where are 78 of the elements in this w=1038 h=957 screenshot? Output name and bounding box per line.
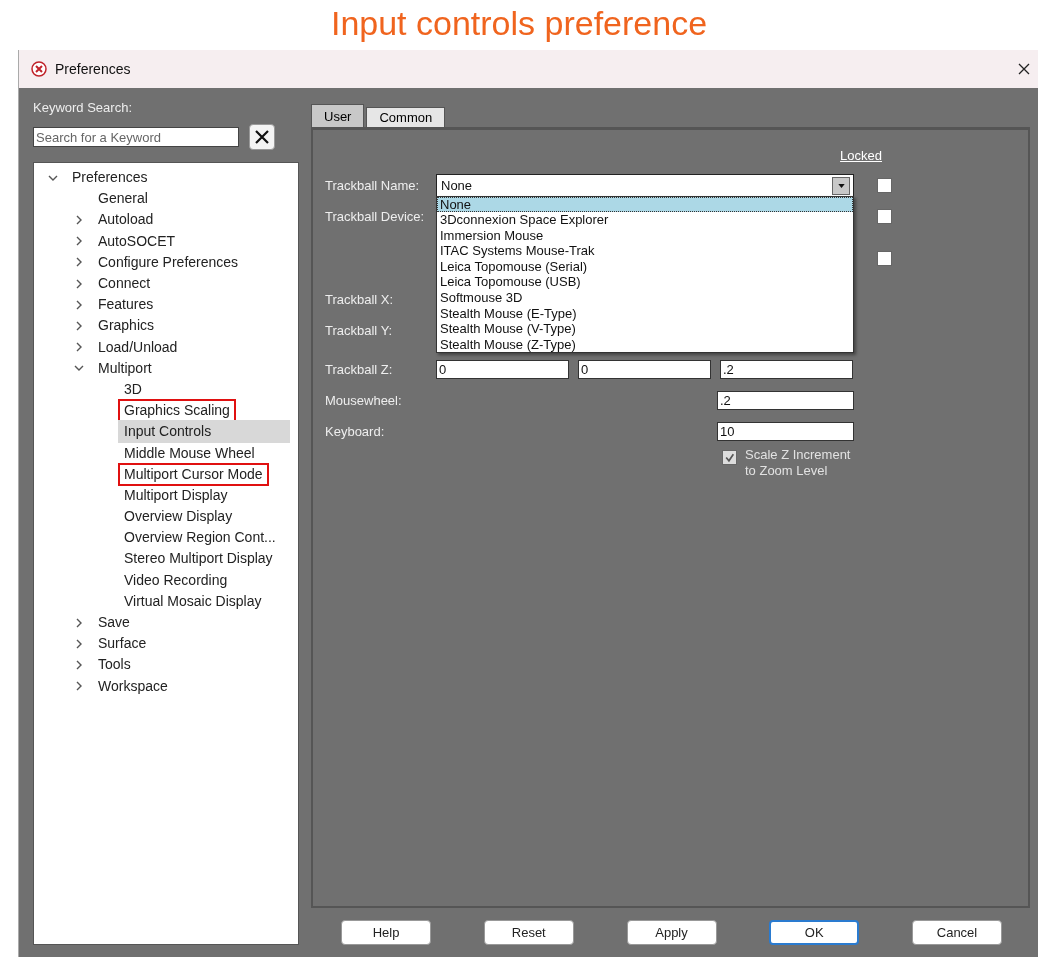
dialog-button[interactable]: Help bbox=[341, 920, 431, 945]
chevron-right-icon[interactable] bbox=[74, 638, 84, 649]
tree-item[interactable]: Stereo Multiport Display bbox=[118, 547, 279, 571]
tree-item[interactable]: Overview Region Cont... bbox=[118, 526, 282, 550]
field-label: Trackball Device: bbox=[325, 209, 425, 224]
close-icon[interactable] bbox=[1018, 63, 1030, 75]
input-field[interactable]: 0 bbox=[578, 360, 711, 379]
input-field[interactable]: .2 bbox=[717, 391, 854, 410]
chevron-right-icon[interactable] bbox=[74, 278, 84, 289]
trackball-name-dropdown[interactable]: None bbox=[436, 173, 854, 198]
window-title: Preferences bbox=[55, 61, 132, 77]
tree-item[interactable]: Surface bbox=[92, 632, 153, 656]
dialog-button[interactable]: OK bbox=[769, 920, 860, 945]
tree-item[interactable]: Autoload bbox=[92, 208, 160, 232]
tree-item[interactable]: Multiport Cursor Mode bbox=[118, 462, 269, 486]
tab[interactable]: Common bbox=[366, 107, 446, 127]
chevron-right-icon[interactable] bbox=[74, 617, 84, 628]
tree-item[interactable]: 3D bbox=[118, 377, 148, 401]
dropdown-option[interactable]: Stealth Mouse (Z-Type) bbox=[437, 336, 853, 353]
tree-item[interactable]: Input Controls bbox=[118, 420, 290, 444]
tab[interactable]: User bbox=[311, 104, 365, 127]
chevron-right-icon[interactable] bbox=[74, 659, 84, 670]
dropdown-option[interactable]: Immersion Mouse bbox=[437, 227, 853, 244]
field-label: Trackball Name: bbox=[325, 178, 420, 193]
tree-item[interactable]: Preferences bbox=[66, 166, 154, 190]
locked-link[interactable]: Locked bbox=[840, 148, 882, 170]
tree-item[interactable]: Save bbox=[92, 611, 136, 635]
chevron-right-icon[interactable] bbox=[74, 342, 84, 353]
dropdown-option[interactable]: Stealth Mouse (E-Type) bbox=[437, 305, 853, 322]
input-field[interactable]: 10 bbox=[717, 422, 854, 441]
dropdown-option[interactable]: ITAC Systems Mouse-Trak bbox=[437, 243, 853, 259]
tree-item[interactable]: Multiport bbox=[92, 356, 158, 380]
chevron-right-icon[interactable] bbox=[74, 681, 84, 692]
tree-item[interactable]: Connect bbox=[92, 272, 157, 296]
dialog-button[interactable]: Apply bbox=[626, 920, 717, 945]
tree-item[interactable]: Graphics bbox=[92, 314, 161, 338]
tree-item[interactable]: Tools bbox=[92, 653, 137, 677]
dialog-button[interactable]: Cancel bbox=[912, 920, 1002, 945]
input-field[interactable]: .2 bbox=[720, 360, 853, 379]
tree-item[interactable]: Load/Unload bbox=[92, 335, 184, 359]
tree-item[interactable]: Overview Display bbox=[118, 505, 239, 529]
tree-item[interactable]: Middle Mouse Wheel bbox=[118, 441, 261, 465]
dropdown-option[interactable]: 3Dconnexion Space Explorer bbox=[437, 212, 853, 228]
checkbox-label: Scale Z Increment to Zoom Level bbox=[745, 447, 852, 479]
input-field[interactable]: 0 bbox=[436, 360, 569, 379]
clear-search-button[interactable] bbox=[249, 124, 275, 150]
tree-item[interactable]: General bbox=[92, 187, 154, 211]
chevron-right-icon[interactable] bbox=[74, 257, 84, 268]
locked-checkbox[interactable] bbox=[876, 209, 892, 224]
locked-checkbox[interactable] bbox=[876, 178, 892, 193]
field-label: Keyboard: bbox=[325, 424, 385, 439]
tree-item[interactable]: Configure Preferences bbox=[92, 250, 245, 274]
chevron-right-icon[interactable] bbox=[74, 299, 84, 310]
field-label: Mousewheel: bbox=[325, 393, 402, 408]
page-heading: Input controls preference bbox=[329, 3, 709, 44]
chevron-right-icon[interactable] bbox=[74, 236, 84, 247]
dropdown-option[interactable]: Leica Topomouse (USB) bbox=[437, 274, 853, 291]
tree-item[interactable]: Video Recording bbox=[118, 568, 234, 592]
chevron-right-icon[interactable] bbox=[74, 214, 84, 225]
keyword-search-label: Keyword Search: bbox=[33, 100, 133, 117]
dialog-button[interactable]: Reset bbox=[483, 920, 574, 945]
tree-item[interactable]: Features bbox=[92, 293, 160, 317]
tree-item[interactable]: Virtual Mosaic Display bbox=[118, 589, 268, 613]
tree-item[interactable]: Workspace bbox=[92, 674, 174, 698]
field-label: Trackball X: bbox=[325, 292, 394, 307]
dropdown-option[interactable]: Softmouse 3D bbox=[437, 290, 853, 306]
close-circle-icon bbox=[31, 61, 47, 77]
tree-item[interactable]: Multiport Display bbox=[118, 483, 234, 507]
dropdown-option[interactable]: Leica Topomouse (Serial) bbox=[437, 258, 853, 275]
field-label: Trackball Z: bbox=[325, 362, 393, 377]
tree-item[interactable]: AutoSOCET bbox=[92, 229, 182, 253]
field-label: Trackball Y: bbox=[325, 323, 393, 338]
search-field[interactable]: Search for a Keyword bbox=[33, 127, 239, 147]
locked-checkbox[interactable] bbox=[876, 250, 892, 266]
dropdown-option[interactable]: Stealth Mouse (V-Type) bbox=[437, 321, 853, 337]
chevron-right-icon[interactable] bbox=[74, 320, 84, 331]
dropdown-option[interactable]: None bbox=[437, 196, 853, 213]
close-icon bbox=[255, 130, 269, 144]
